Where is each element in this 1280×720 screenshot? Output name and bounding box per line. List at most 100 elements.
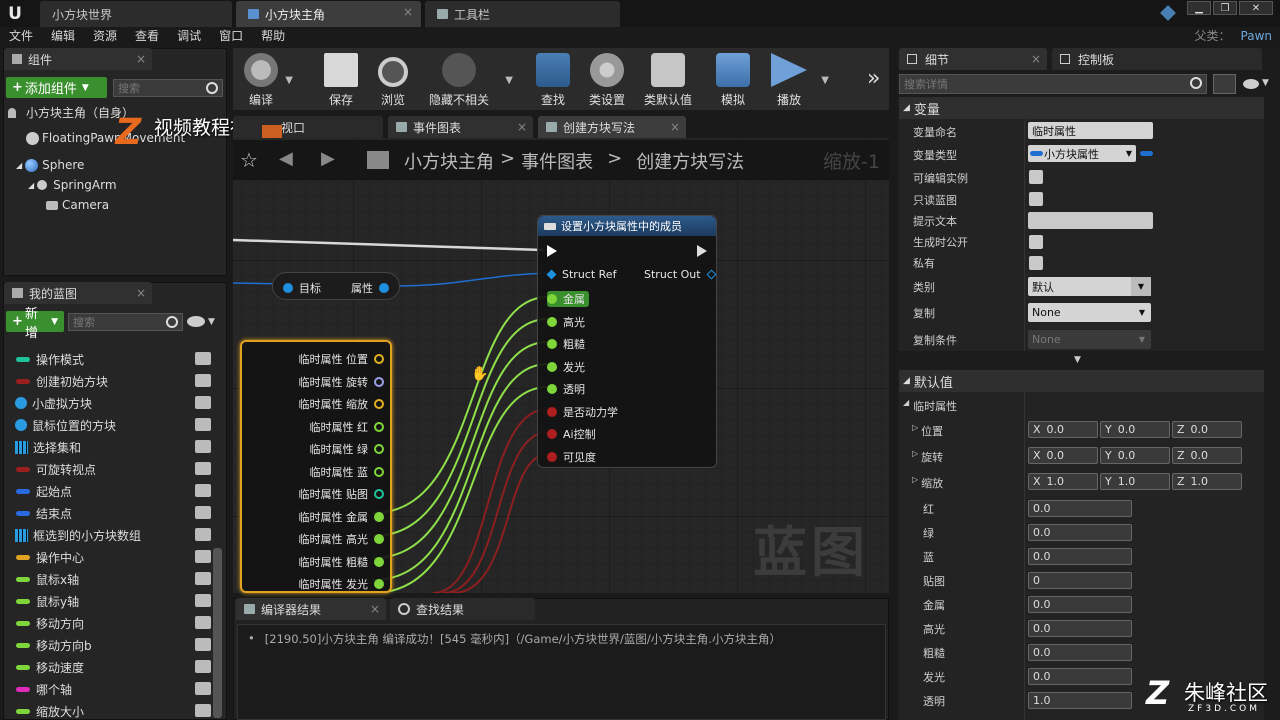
input-pin[interactable]: 金属 (547, 291, 589, 307)
default-section-header[interactable]: ◢ 默认值 (899, 370, 1264, 392)
location-x-field[interactable]: X 0.0 (1028, 421, 1098, 438)
component-item[interactable]: ◢ Sphere (16, 158, 84, 172)
hide-unrelated-button[interactable]: 隐藏不相关 ▼ (427, 50, 513, 108)
variable-item[interactable]: 创建初始方块 (4, 370, 211, 392)
set-members-node[interactable]: 设置小方块属性中的成员 Struct Ref Struct Out 金属 高光 粗糙… (537, 215, 717, 468)
property-pin[interactable]: 属性 (351, 280, 389, 296)
visibility-eye-icon[interactable] (195, 704, 211, 717)
scalar-value-field[interactable]: 0.0 (1028, 500, 1132, 517)
simulate-button[interactable]: 模拟 (713, 50, 753, 108)
category-select[interactable]: 默认 ▼ (1028, 277, 1151, 296)
close-window-button[interactable]: ✕ (1239, 1, 1273, 15)
private-checkbox[interactable] (1029, 256, 1043, 270)
visibility-eye-icon[interactable] (195, 374, 211, 387)
location-z-field[interactable]: Z 0.0 (1172, 421, 1242, 438)
scale-z-field[interactable]: Z 1.0 (1172, 473, 1242, 490)
visibility-eye-icon[interactable] (195, 484, 211, 497)
visibility-eye-icon[interactable] (195, 638, 211, 651)
output-pin[interactable]: 临时属性 绿 (310, 441, 384, 457)
output-pin[interactable]: 临时属性 金属 (299, 509, 384, 525)
input-pin[interactable]: Ai控制 (547, 426, 596, 442)
scalar-value-field[interactable]: 0.0 (1028, 524, 1132, 541)
show-advanced-icon[interactable]: ▼ (1074, 355, 1081, 365)
close-icon[interactable]: × (370, 602, 380, 616)
variable-item[interactable]: 哪个轴 (4, 678, 211, 700)
scalar-value-field[interactable]: 0.0 (1028, 644, 1132, 661)
expand-icon[interactable]: ◢ (28, 181, 34, 190)
tab-viewport[interactable]: 视口 (233, 116, 383, 138)
struct-out-pin[interactable]: Struct Out (644, 268, 717, 281)
output-pin[interactable]: 临时属性 贴图 (299, 486, 384, 502)
scalar-value-field[interactable]: 0.0 (1028, 620, 1132, 637)
tab-blueprint[interactable]: 小方块主角 × (236, 1, 421, 27)
breadcrumb-item[interactable]: 创建方块写法 (636, 148, 744, 174)
rotation-x-field[interactable]: X 0.0 (1028, 447, 1098, 464)
scale-x-field[interactable]: X 1.0 (1028, 473, 1098, 490)
visibility-eye-icon[interactable] (195, 550, 211, 563)
expose-checkbox[interactable] (1029, 235, 1043, 249)
add-component-button[interactable]: + 添加组件 ▼ (6, 77, 107, 98)
component-item[interactable]: ◢ SpringArm (28, 178, 117, 192)
input-pin[interactable]: 粗糙 (547, 336, 585, 352)
component-item[interactable]: Camera (46, 198, 109, 212)
output-pin[interactable]: 临时属性 缩放 (299, 396, 384, 412)
input-pin[interactable]: 透明 (547, 381, 585, 397)
close-icon[interactable]: × (1031, 52, 1041, 66)
chevron-down-icon[interactable]: ▼ (821, 75, 829, 86)
scalar-value-field[interactable]: 1.0 (1028, 692, 1132, 709)
tab-event-graph[interactable]: 事件图表 × (388, 116, 533, 138)
menu-debug[interactable]: 调试 (168, 27, 210, 46)
toolbar-overflow-icon[interactable]: » (867, 66, 880, 91)
variable-item[interactable]: 鼠标位置的方块 (4, 414, 211, 436)
expand-icon[interactable]: ◢ (16, 161, 22, 170)
tab-level[interactable]: 小方块世界 (40, 1, 232, 27)
menu-edit[interactable]: 编辑 (42, 27, 84, 46)
marketplace-icon[interactable] (1160, 5, 1176, 21)
variable-section-header[interactable]: ◢ 变量 (899, 97, 1264, 119)
rotation-y-field[interactable]: Y 0.0 (1100, 447, 1170, 464)
back-arrow-icon[interactable]: ◀ (279, 148, 293, 169)
tab-palette[interactable]: 控制板 (1052, 48, 1262, 70)
struct-ref-pin[interactable]: Struct Ref (546, 268, 616, 281)
var-type-select[interactable]: 小方块属性 ▼ (1028, 145, 1136, 162)
location-row[interactable]: ▷ 位置 (912, 423, 943, 439)
chevron-down-icon[interactable]: ▼ (208, 317, 215, 327)
scrollbar[interactable] (213, 548, 222, 718)
visibility-eye-icon[interactable] (195, 462, 211, 475)
visibility-eye-icon[interactable] (195, 682, 211, 695)
tab-find-results[interactable]: 查找结果 (390, 598, 535, 620)
scale-y-field[interactable]: Y 1.0 (1100, 473, 1170, 490)
output-pin[interactable]: 临时属性 旋转 (299, 374, 384, 390)
property-matrix-button[interactable] (1213, 74, 1236, 94)
output-pin[interactable]: 临时属性 发光 (299, 576, 384, 592)
variable-item[interactable]: 选择集和 (4, 436, 211, 458)
scalar-value-field[interactable]: 0.0 (1028, 596, 1132, 613)
tab-compiler-results[interactable]: 编译器结果 × (236, 598, 386, 620)
close-icon[interactable]: × (517, 120, 527, 134)
scalar-value-field[interactable]: 0.0 (1028, 548, 1132, 565)
output-pin[interactable]: 临时属性 蓝 (310, 464, 384, 480)
play-button[interactable]: 播放 ▼ (769, 50, 829, 108)
tab-details[interactable]: 细节 × (899, 48, 1047, 70)
rotation-z-field[interactable]: Z 0.0 (1172, 447, 1242, 464)
forward-arrow-icon[interactable]: ▶ (321, 148, 335, 169)
close-icon[interactable]: × (670, 120, 680, 134)
menu-file[interactable]: 文件 (0, 27, 42, 46)
save-button[interactable]: 保存 (321, 50, 361, 108)
column-divider[interactable] (1024, 119, 1025, 351)
get-property-node[interactable]: 目标 属性 (272, 272, 400, 300)
chevron-down-icon[interactable]: ▼ (1262, 78, 1269, 88)
scalar-value-field[interactable]: 0 (1028, 572, 1132, 589)
editable-checkbox[interactable] (1029, 170, 1043, 184)
replication-select[interactable]: None ▼ (1028, 303, 1151, 322)
tooltip-input[interactable] (1028, 212, 1153, 229)
class-settings-button[interactable]: 类设置 (585, 50, 629, 108)
visibility-eye-icon[interactable] (195, 418, 211, 431)
variable-item[interactable]: 操作模式 (4, 348, 211, 370)
input-pin[interactable]: 高光 (547, 314, 585, 330)
variable-item[interactable]: 鼠标x轴 (4, 568, 211, 590)
input-pin[interactable]: 可见度 (547, 449, 596, 465)
rep-condition-select[interactable]: None ▼ (1028, 330, 1151, 349)
exec-out-pin[interactable] (697, 245, 707, 257)
menu-view[interactable]: 查看 (126, 27, 168, 46)
